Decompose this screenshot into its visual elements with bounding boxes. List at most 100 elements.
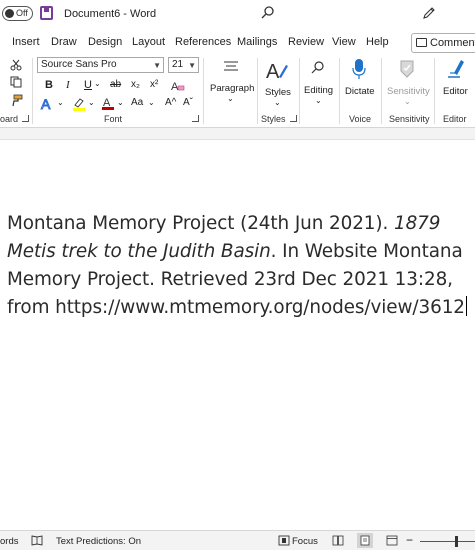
chevron-down-icon: ▼ bbox=[153, 61, 161, 70]
grow-font-button[interactable]: A^ bbox=[165, 97, 176, 108]
text-predictions-status[interactable]: Text Predictions: On bbox=[56, 536, 141, 547]
comments-button[interactable]: Comments bbox=[411, 33, 475, 53]
group-label-styles: Styles bbox=[261, 114, 286, 124]
chevron-down-icon: ⌄ bbox=[315, 96, 322, 105]
chevron-down-icon[interactable]: ⌄ bbox=[148, 98, 155, 107]
chevron-down-icon: ▼ bbox=[188, 61, 196, 70]
group-label-clipboard: oard bbox=[0, 114, 19, 124]
status-bar: ords Text Predictions: On Focus − bbox=[0, 530, 475, 550]
divider bbox=[339, 58, 340, 124]
citation-text: Montana Memory Project (24th Jun 2021). bbox=[7, 213, 394, 234]
ribbon: oard Source Sans Pro ▼ 21 ▼ B I U ⌄ ab x… bbox=[0, 54, 475, 128]
tab-view[interactable]: View bbox=[332, 36, 356, 48]
chevron-down-icon[interactable]: ⌄ bbox=[117, 98, 124, 107]
text-effects-icon[interactable]: A bbox=[40, 96, 56, 112]
document-title: Document6 - Word bbox=[64, 8, 157, 20]
group-label-editor: Editor bbox=[443, 114, 467, 124]
pen-icon[interactable] bbox=[421, 5, 437, 21]
editor-button[interactable]: Editor bbox=[440, 58, 475, 110]
svg-text:A: A bbox=[41, 96, 51, 112]
editing-label: Editing bbox=[304, 85, 334, 96]
change-case-button[interactable]: Aa bbox=[131, 97, 143, 108]
ribbon-tabs: Insert Draw Design Layout References Mai… bbox=[0, 32, 475, 54]
comments-label: Comments bbox=[430, 37, 475, 49]
comment-icon bbox=[416, 38, 427, 47]
toggle-knob bbox=[5, 9, 14, 18]
web-layout-icon[interactable] bbox=[386, 535, 398, 546]
paragraph-label: Paragraph bbox=[210, 83, 255, 94]
group-label-voice: Voice bbox=[349, 114, 372, 124]
cut-icon[interactable] bbox=[10, 59, 22, 71]
canvas-margin bbox=[0, 128, 475, 140]
focus-icon[interactable] bbox=[278, 535, 290, 546]
search-icon[interactable] bbox=[260, 5, 276, 21]
paragraph-button[interactable]: Paragraph ⌄ bbox=[207, 58, 255, 110]
divider bbox=[203, 58, 204, 124]
sensitivity-button[interactable]: Sensitivity ⌄ bbox=[386, 58, 430, 110]
chevron-down-icon[interactable]: ⌄ bbox=[88, 98, 95, 107]
styles-dialog-launcher[interactable] bbox=[290, 115, 297, 122]
divider bbox=[257, 58, 258, 124]
tab-design[interactable]: Design bbox=[88, 36, 122, 48]
tab-insert[interactable]: Insert bbox=[12, 36, 40, 48]
zoom-slider-track[interactable] bbox=[420, 541, 475, 542]
styles-label: Styles bbox=[265, 87, 291, 98]
tab-review[interactable]: Review bbox=[288, 36, 324, 48]
clear-formatting-icon[interactable]: A bbox=[171, 79, 185, 93]
tab-help[interactable]: Help bbox=[366, 36, 389, 48]
font-name-select[interactable]: Source Sans Pro ▼ bbox=[37, 57, 164, 73]
divider bbox=[299, 58, 300, 124]
format-painter-icon[interactable] bbox=[10, 94, 23, 107]
italic-button[interactable]: I bbox=[66, 79, 70, 91]
dictate-label: Dictate bbox=[345, 86, 375, 97]
chevron-down-icon[interactable]: ⌄ bbox=[94, 79, 101, 88]
print-layout-icon bbox=[360, 535, 370, 546]
proofing-book-icon[interactable] bbox=[31, 535, 43, 546]
sensitivity-label: Sensitivity bbox=[387, 86, 430, 97]
styles-button[interactable]: Styles ⌄ bbox=[262, 58, 294, 110]
dictate-button[interactable]: Dictate bbox=[342, 58, 378, 110]
tab-draw[interactable]: Draw bbox=[51, 36, 77, 48]
word-count[interactable]: ords bbox=[0, 536, 18, 547]
superscript-button[interactable]: x² bbox=[150, 79, 158, 90]
document-page[interactable]: Montana Memory Project (24th Jun 2021). … bbox=[0, 141, 475, 528]
font-size-select[interactable]: 21 ▼ bbox=[168, 57, 199, 73]
group-label-sensitivity: Sensitivity bbox=[389, 114, 430, 124]
chevron-down-icon: ⌄ bbox=[404, 97, 411, 106]
read-mode-icon[interactable] bbox=[332, 535, 344, 546]
strikethrough-button[interactable]: ab bbox=[110, 79, 121, 90]
clipboard-dialog-launcher[interactable] bbox=[22, 115, 29, 122]
editing-button[interactable]: Editing ⌄ bbox=[302, 58, 336, 110]
font-dialog-launcher[interactable] bbox=[192, 115, 199, 122]
divider bbox=[32, 58, 33, 124]
document-body[interactable]: Montana Memory Project (24th Jun 2021). … bbox=[7, 210, 473, 322]
print-layout-button[interactable] bbox=[357, 533, 373, 548]
underline-button[interactable]: U bbox=[84, 79, 92, 91]
chevron-down-icon: ⌄ bbox=[274, 98, 281, 107]
divider bbox=[434, 58, 435, 124]
focus-label[interactable]: Focus bbox=[292, 536, 318, 547]
zoom-out-button[interactable]: − bbox=[406, 533, 413, 547]
font-color-icon[interactable]: A bbox=[100, 95, 116, 111]
tab-mailings[interactable]: Mailings bbox=[237, 36, 277, 48]
font-size-value: 21 bbox=[172, 59, 184, 70]
highlighter-icon[interactable] bbox=[71, 96, 87, 112]
divider bbox=[381, 58, 382, 124]
group-label-font: Font bbox=[104, 114, 123, 124]
tab-references[interactable]: References bbox=[175, 36, 231, 48]
save-icon[interactable] bbox=[40, 6, 53, 20]
title-bar: Off Document6 - Word bbox=[0, 0, 475, 30]
tab-layout[interactable]: Layout bbox=[132, 36, 165, 48]
autosave-toggle[interactable]: Off bbox=[2, 6, 33, 21]
autosave-state: Off bbox=[16, 8, 28, 18]
copy-icon[interactable] bbox=[10, 76, 22, 88]
subscript-button[interactable]: x₂ bbox=[131, 79, 140, 90]
text-cursor bbox=[465, 296, 467, 316]
font-name-value: Source Sans Pro bbox=[41, 59, 117, 70]
zoom-slider-thumb[interactable] bbox=[455, 536, 458, 547]
shrink-font-button[interactable]: Aˇ bbox=[183, 97, 193, 108]
word-window: Off Document6 - Word Insert Draw Design … bbox=[0, 0, 475, 550]
chevron-down-icon[interactable]: ⌄ bbox=[57, 98, 64, 107]
chevron-down-icon: ⌄ bbox=[227, 94, 234, 103]
bold-button[interactable]: B bbox=[45, 79, 53, 91]
